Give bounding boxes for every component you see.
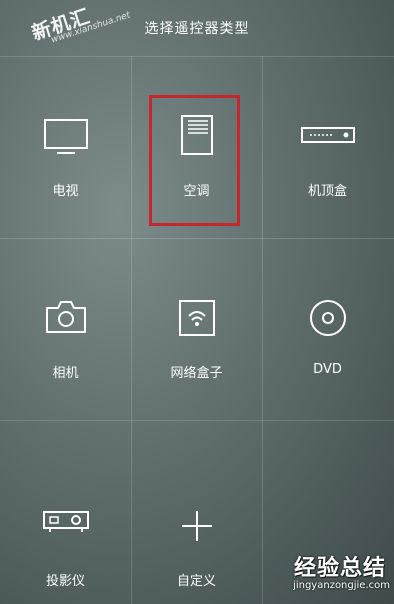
device-tile-tv[interactable]: 电视 <box>0 56 131 238</box>
device-tile-network-box[interactable]: 网络盒子 <box>131 238 262 420</box>
device-tile-camera[interactable]: 相机 <box>0 238 131 420</box>
device-label: 网络盒子 <box>170 366 223 381</box>
device-tile-custom[interactable]: 自定义 <box>131 420 262 602</box>
device-label: 相机 <box>52 366 79 381</box>
device-label: DVD <box>313 362 342 377</box>
plus-icon <box>181 511 212 541</box>
remote-type-screen: 新机汇 www.xianshua.net 选择遥控器类型 电视 空调 机顶盒 相… <box>0 0 394 604</box>
device-label: 投影仪 <box>45 574 85 589</box>
device-tile-projector[interactable]: 投影仪 <box>0 420 131 602</box>
selection-highlight <box>149 95 240 226</box>
dvd-icon <box>309 300 346 336</box>
projector-icon <box>42 511 89 532</box>
tv-icon <box>43 119 88 154</box>
set-top-box-icon <box>300 127 355 143</box>
network-box-icon <box>178 300 215 336</box>
device-label: 电视 <box>52 184 79 199</box>
watermark-brand-text: 经验总结 <box>293 556 386 581</box>
watermark-site: jingyanzongjie.com <box>293 580 390 591</box>
camera-icon <box>45 301 86 333</box>
page-title: 选择遥控器类型 <box>144 21 250 37</box>
watermark-brand: 经验总结 jingyanzongjie.com <box>258 548 394 604</box>
device-label: 机顶盒 <box>307 184 347 199</box>
device-tile-set-top-box[interactable]: 机顶盒 <box>262 56 393 238</box>
device-tile-dvd[interactable]: DVD <box>262 238 393 420</box>
device-label: 自定义 <box>176 574 216 589</box>
